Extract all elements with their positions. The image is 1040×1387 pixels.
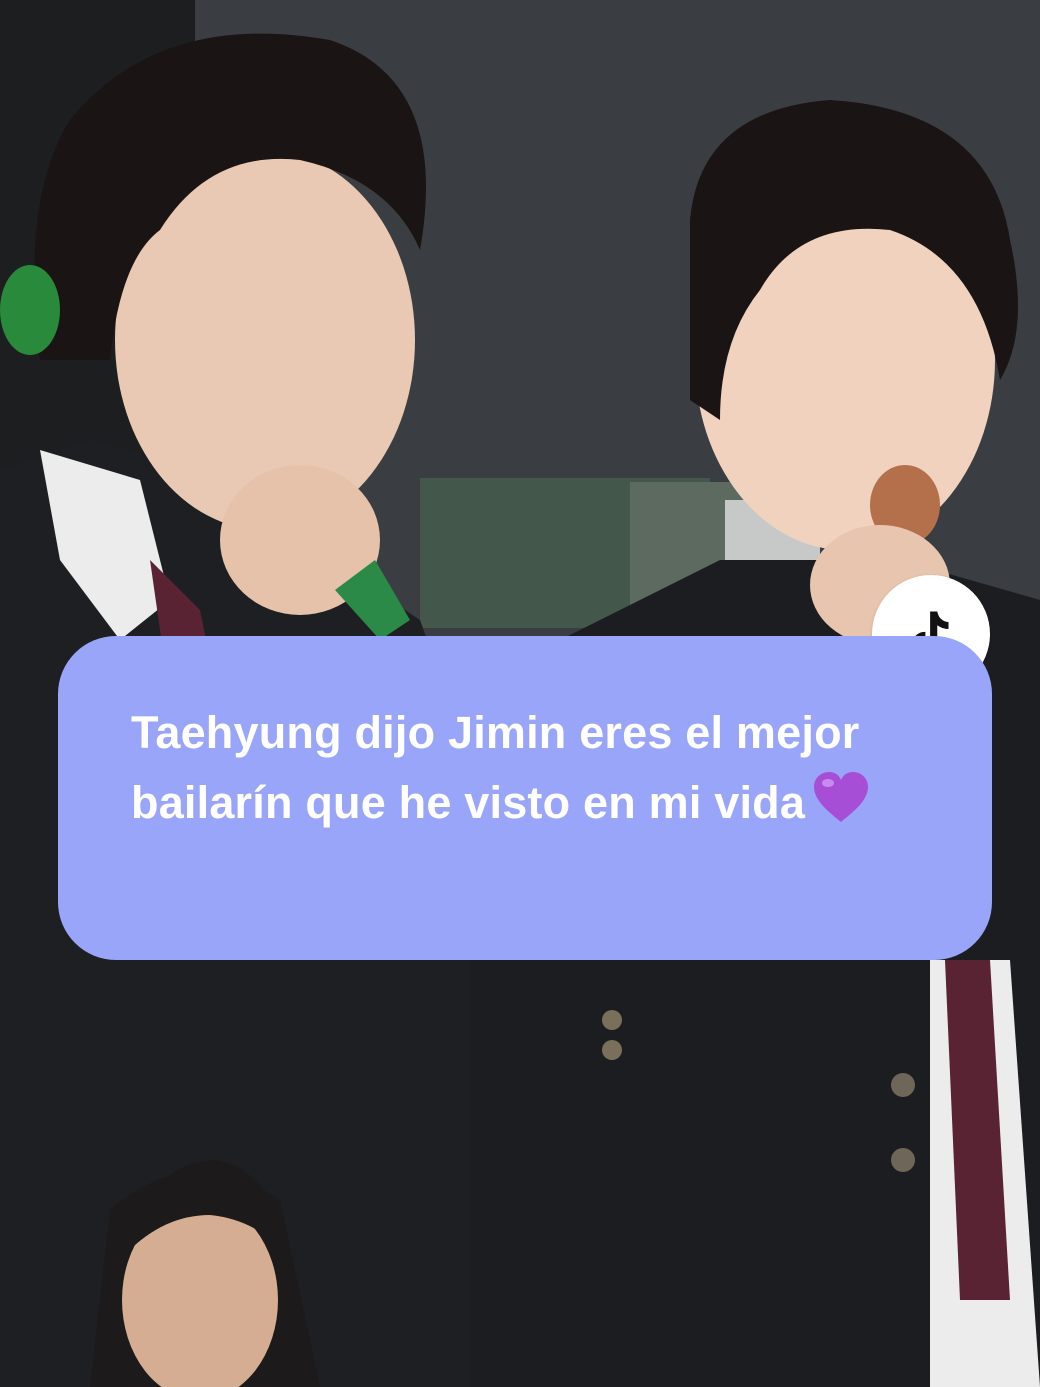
caption-text: Taehyung dijo Jimin eres el mejor bailar… (131, 698, 932, 844)
caption-bubble: Taehyung dijo Jimin eres el mejor bailar… (58, 636, 992, 960)
purple-heart-icon (811, 770, 871, 844)
caption-label: Taehyung dijo Jimin eres el mejor bailar… (131, 707, 860, 828)
